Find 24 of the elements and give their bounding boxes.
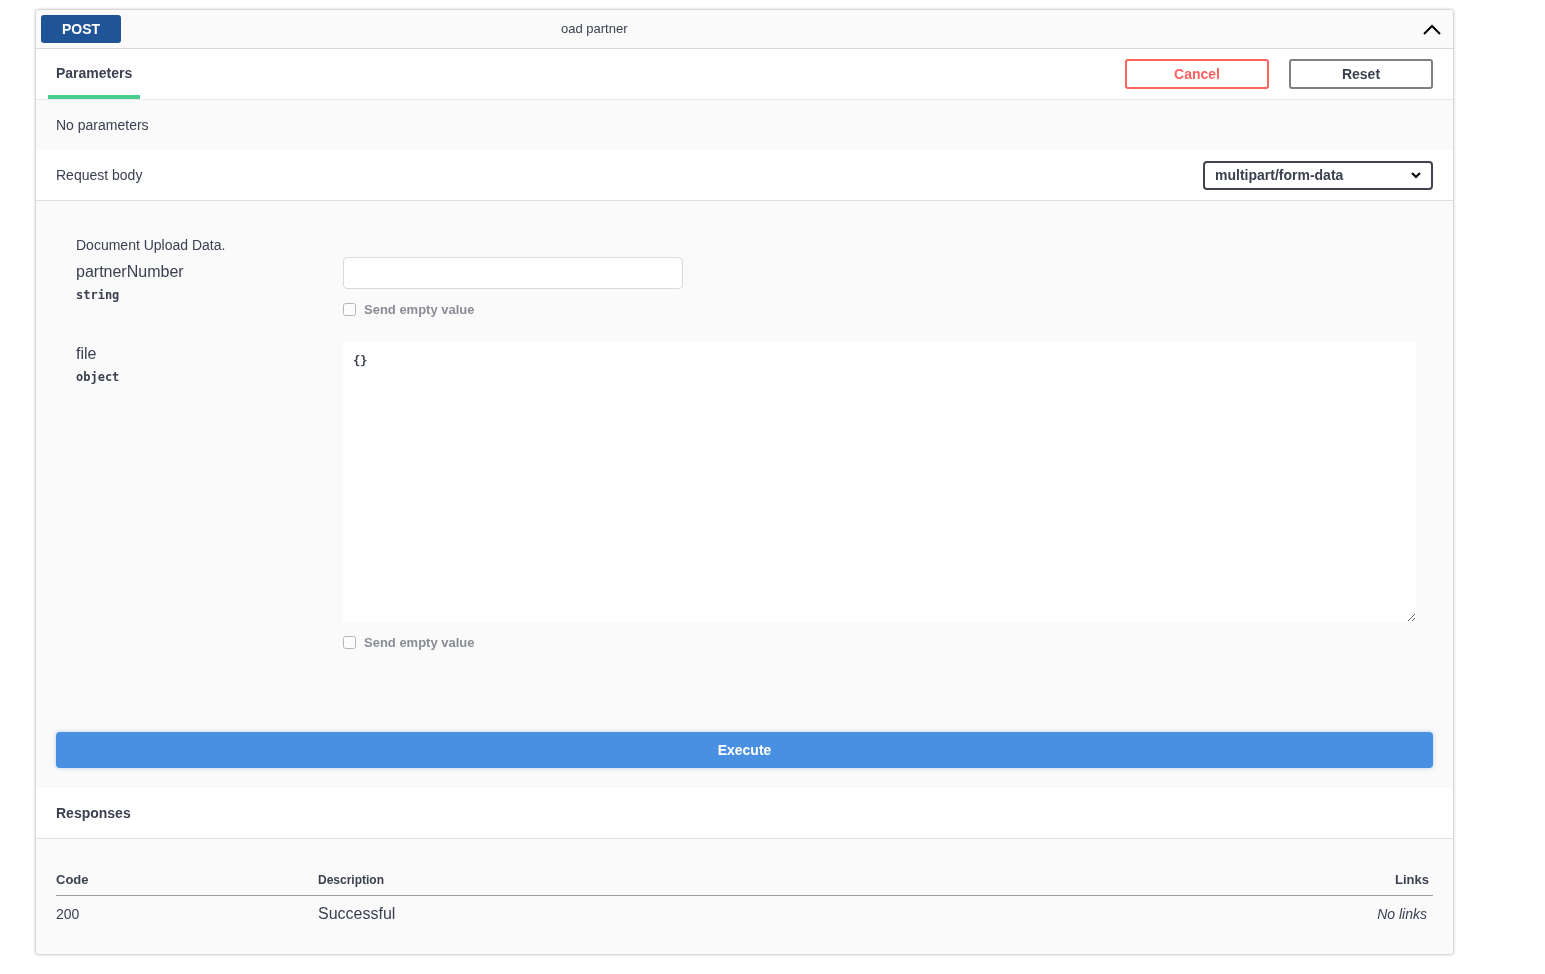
- column-header: Code: [56, 870, 90, 889]
- response-links: No links: [1377, 904, 1428, 924]
- request-body-label: Request body: [56, 165, 144, 185]
- collapse-chevron-icon[interactable]: [1423, 23, 1441, 35]
- operation-summary: oad partner: [561, 20, 628, 39]
- parameter-type: string: [76, 287, 121, 304]
- send-empty-label: Send empty value: [364, 301, 475, 319]
- parameter-json-field[interactable]: {}: [343, 341, 1416, 622]
- method-badge: POST: [41, 15, 121, 43]
- column-header: Description: [318, 872, 385, 889]
- request-body-description: Document Upload Data.: [76, 236, 227, 255]
- reset-button[interactable]: Reset: [1289, 59, 1433, 89]
- no-parameters-text: No parameters: [56, 115, 149, 135]
- dropdown-caret-icon: [1411, 171, 1421, 179]
- column-header: Links: [1394, 870, 1430, 889]
- parameter-name: file: [76, 343, 98, 364]
- response-code: 200: [56, 904, 81, 924]
- response-description: Successful: [318, 904, 397, 924]
- parameter-input-field[interactable]: [343, 257, 683, 289]
- parameter-type: object: [76, 368, 121, 386]
- responses-title: Responses: [56, 803, 131, 823]
- send-empty-label: Send empty value: [364, 633, 475, 652]
- content-type-select[interactable]: multipart/form-data: [1203, 160, 1433, 190]
- parameter-name: partnerNumber: [76, 262, 185, 282]
